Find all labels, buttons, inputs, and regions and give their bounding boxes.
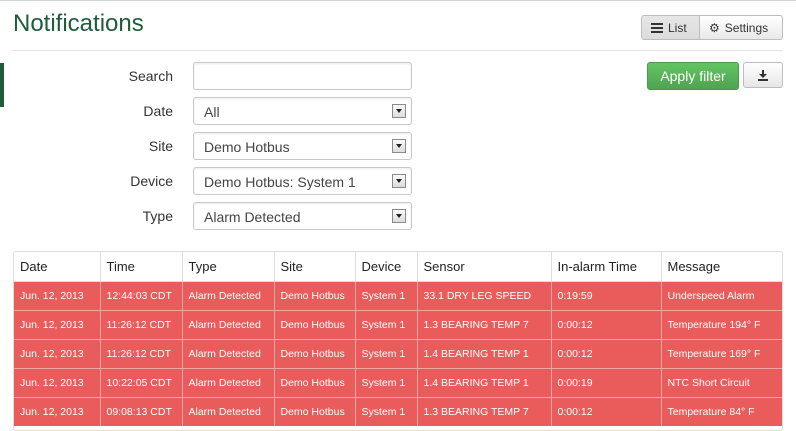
top-border [0,0,796,1]
chevron-down-icon[interactable] [392,209,406,223]
cell-type: Alarm Detected [181,281,274,311]
cell-site: Demo Hotbus [273,281,355,311]
device-label: Device [130,173,173,189]
chevron-down-icon[interactable] [392,104,406,118]
cell-message: Underspeed Alarm [660,281,782,311]
cell-time: 12:44:03 CDT [99,281,182,311]
cell-date: Jun. 12, 2013 [14,339,100,369]
date-select-value: All [204,104,220,120]
cell-type: Alarm Detected [181,368,274,398]
table-row[interactable]: Jun. 12, 2013 12:44:03 CDT Alarm Detecte… [14,281,782,311]
cell-in-alarm-time: 0:00:12 [550,339,661,369]
type-label: Type [142,208,173,224]
cell-device: System 1 [354,368,417,398]
cell-sensor: 33.1 DRY LEG SPEED [416,281,551,311]
list-view-label: List [668,20,687,35]
cell-time: 11:26:12 CDT [99,339,182,369]
device-select-value: Demo Hotbus: System 1 [204,174,356,190]
column-header-device[interactable]: Device [354,252,417,282]
site-label: Site [148,138,173,154]
cell-sensor: 1.4 BEARING TEMP 1 [416,368,551,398]
gear-icon: ⚙ [709,20,720,35]
cell-site: Demo Hotbus [273,310,355,340]
settings-button[interactable]: ⚙ Settings [700,15,783,40]
column-header-message[interactable]: Message [660,252,782,282]
list-view-button[interactable]: List [641,15,700,40]
cell-time: 11:26:12 CDT [99,310,182,340]
table-row[interactable]: Jun. 12, 2013 10:22:05 CDT Alarm Detecte… [14,368,782,398]
cell-sensor: 1.3 BEARING TEMP 7 [416,310,551,340]
column-header-sensor[interactable]: Sensor [416,252,551,282]
column-header-type[interactable]: Type [181,252,274,282]
column-header-site[interactable]: Site [273,252,355,282]
cell-date: Jun. 12, 2013 [14,310,100,340]
site-select[interactable]: Demo Hotbus [193,132,412,160]
cell-type: Alarm Detected [181,339,274,369]
cell-in-alarm-time: 0:00:12 [550,310,661,340]
cell-site: Demo Hotbus [273,368,355,398]
cell-in-alarm-time: 0:00:19 [550,368,661,398]
chevron-down-icon[interactable] [392,139,406,153]
cell-device: System 1 [354,339,417,369]
list-icon [651,22,663,33]
title-divider [13,50,783,51]
cell-message: Temperature 169° F [660,339,782,369]
cell-type: Alarm Detected [181,310,274,340]
device-select[interactable]: Demo Hotbus: System 1 [193,167,412,195]
download-button[interactable] [743,62,783,88]
cell-date: Jun. 12, 2013 [14,368,100,398]
date-select[interactable]: All [193,97,412,125]
search-label: Search [128,68,173,84]
chevron-down-icon[interactable] [392,174,406,188]
view-toggle-group: List ⚙ Settings [641,15,783,40]
column-header-date[interactable]: Date [14,252,100,282]
type-select-value: Alarm Detected [204,209,301,225]
table-row[interactable]: Jun. 12, 2013 11:26:12 CDT Alarm Detecte… [14,339,782,369]
cell-message: Temperature 194° F [660,310,782,340]
table-row[interactable]: Jun. 12, 2013 11:26:12 CDT Alarm Detecte… [14,310,782,340]
type-select[interactable]: Alarm Detected [193,202,412,230]
date-label: Date [143,103,173,119]
search-input[interactable] [193,62,412,90]
notifications-table: Date Time Type Site Device Sensor In-ala… [13,251,783,431]
cell-time: 10:22:05 CDT [99,368,182,398]
cell-device: System 1 [354,281,417,311]
column-header-time[interactable]: Time [99,252,182,282]
table-header-row: Date Time Type Site Device Sensor In-ala… [14,252,782,282]
cell-device: System 1 [354,310,417,340]
site-select-value: Demo Hotbus [204,139,290,155]
settings-label: Settings [724,20,769,35]
cell-date: Jun. 12, 2013 [14,281,100,311]
cell-in-alarm-time: 0:19:59 [550,281,661,311]
cell-site: Demo Hotbus [273,339,355,369]
column-header-in-alarm-time[interactable]: In-alarm Time [550,252,661,282]
page-title: Notifications [13,10,144,37]
apply-filter-button[interactable]: Apply filter [647,62,739,90]
cell-message: NTC Short Circuit [660,368,782,398]
cell-sensor: 1.4 BEARING TEMP 1 [416,339,551,369]
download-icon [758,70,768,81]
